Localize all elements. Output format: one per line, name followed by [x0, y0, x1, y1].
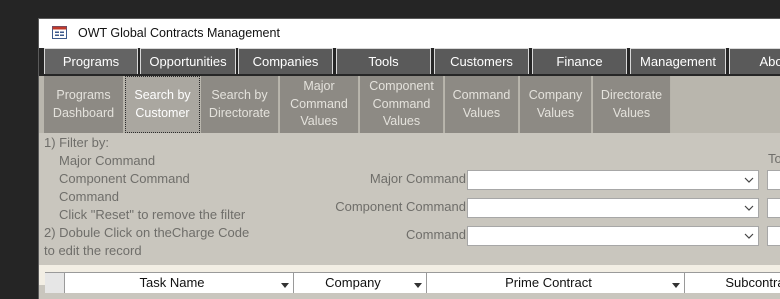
form-icon: [52, 26, 67, 39]
main-navigation-tabs: Programs Opportunities Companies Tools C…: [39, 48, 780, 76]
column-header-prime-contract[interactable]: Prime Contract: [427, 273, 685, 293]
column-header-subcontract[interactable]: Subcontract: [685, 273, 780, 293]
subtab-component-command-values[interactable]: Component Command Values: [360, 76, 444, 133]
instruction-command: Command: [59, 189, 119, 204]
sort-dropdown-icon[interactable]: [281, 276, 289, 291]
subtab-search-by-directorate[interactable]: Search by Directorate: [201, 76, 279, 133]
row-selector-header[interactable]: [45, 273, 65, 293]
major-command-label: Major Command: [369, 171, 466, 186]
subtab-programs-dashboard[interactable]: Programs Dashboard: [44, 76, 124, 133]
tab-companies[interactable]: Companies: [238, 48, 333, 74]
component-command-label: Component Command: [335, 199, 466, 214]
instruction-reset: Click "Reset" to remove the filter: [59, 207, 246, 222]
tab-opportunities[interactable]: Opportunities: [140, 48, 236, 74]
instruction-step-1: 1) Filter by:: [44, 135, 110, 150]
subtab-command-values[interactable]: Command Values: [445, 76, 519, 133]
sub-navigation-tabs: Programs Dashboard Search by Customer Se…: [39, 76, 780, 133]
tab-management[interactable]: Management: [630, 48, 726, 74]
subtab-major-command-values[interactable]: Major Command Values: [280, 76, 359, 133]
right-field-2[interactable]: [767, 198, 780, 218]
command-combo[interactable]: [467, 226, 759, 246]
tab-customers[interactable]: Customers: [434, 48, 529, 74]
chevron-down-icon[interactable]: [740, 171, 758, 189]
instruction-major-command: Major Command: [59, 153, 156, 168]
chevron-down-icon[interactable]: [740, 227, 758, 245]
window-title: OWT Global Contracts Management: [78, 26, 280, 40]
subtab-company-values[interactable]: Company Values: [520, 76, 592, 133]
chevron-down-icon[interactable]: [740, 199, 758, 217]
sort-dropdown-icon[interactable]: [672, 276, 680, 291]
major-command-combo[interactable]: [467, 170, 759, 190]
instruction-edit-record: to edit the record: [44, 243, 142, 258]
tab-programs[interactable]: Programs: [44, 48, 138, 74]
app-window: OWT Global Contracts Management Programs…: [38, 18, 780, 299]
column-header-task-name[interactable]: Task Name: [65, 273, 294, 293]
right-field-3[interactable]: [767, 226, 780, 246]
tab-tools[interactable]: Tools: [336, 48, 431, 74]
instruction-component-command: Component Command: [59, 171, 190, 186]
component-command-combo[interactable]: [467, 198, 759, 218]
right-field-label: To: [768, 151, 780, 166]
title-bar: OWT Global Contracts Management: [39, 19, 780, 48]
tab-about[interactable]: About: [729, 48, 780, 74]
right-field-1[interactable]: [767, 170, 780, 190]
tab-finance[interactable]: Finance: [532, 48, 627, 74]
instruction-step-2: 2) Dobule Click on theCharge Code: [44, 225, 250, 240]
sort-dropdown-icon[interactable]: [414, 276, 422, 291]
subtab-directorate-values[interactable]: Directorate Values: [593, 76, 671, 133]
subtab-search-by-customer[interactable]: Search by Customer: [125, 76, 200, 133]
column-header-company[interactable]: Company: [294, 273, 427, 293]
command-label: Command: [406, 227, 466, 242]
